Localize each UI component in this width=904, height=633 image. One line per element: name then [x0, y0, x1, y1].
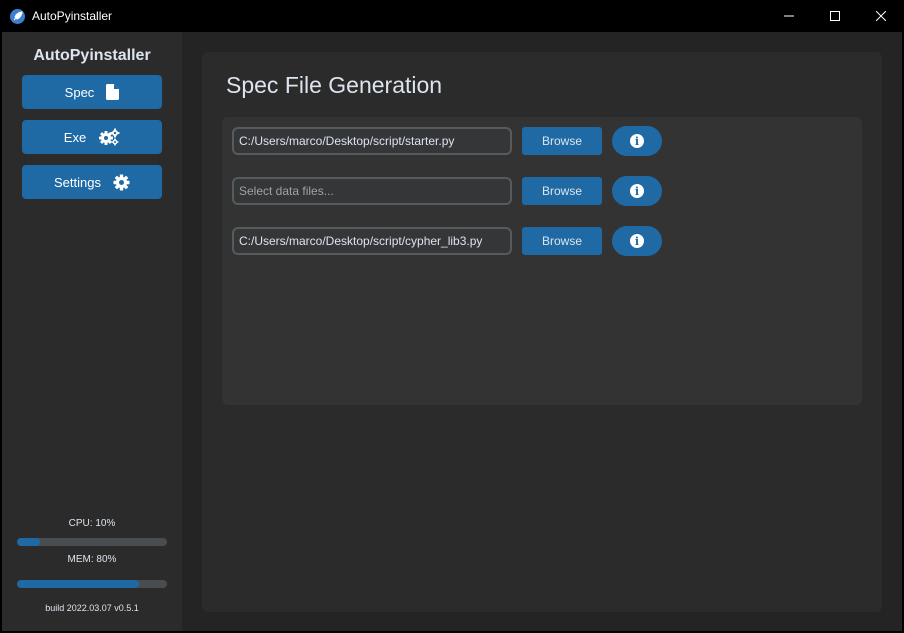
build-version: build 2022.03.07 v0.5.1 [45, 603, 139, 613]
settings-button-label: Settings [54, 174, 101, 190]
script-row: Browse i [232, 126, 662, 157]
minimize-button[interactable] [766, 0, 812, 32]
mem-progress-fill [17, 580, 139, 588]
module-path-input[interactable] [232, 227, 512, 255]
module-info-button[interactable]: i [612, 226, 662, 256]
cpu-label: CPU: 10% [68, 518, 116, 529]
minimize-icon [784, 15, 794, 17]
info-icon: i [630, 234, 644, 248]
script-info-button[interactable]: i [612, 126, 662, 156]
maximize-button[interactable] [812, 0, 858, 32]
browse-data-button[interactable]: Browse [522, 177, 602, 205]
gears-icon [99, 128, 120, 146]
close-icon [876, 11, 886, 21]
info-icon: i [630, 134, 644, 148]
close-button[interactable] [858, 0, 904, 32]
exe-button-label: Exe [63, 129, 87, 145]
hidden-imports-row: Browse i [232, 226, 662, 257]
sidebar: AutoPyinstaller Spec Exe Settings CPU: 1… [2, 32, 182, 631]
rocket-icon [10, 9, 25, 24]
app-window: AutoPyinstaller Spec Exe Settings CPU: 1… [2, 32, 902, 631]
data-files-row: Browse i [232, 176, 662, 207]
cpu-progress-fill [17, 538, 40, 546]
cpu-progress-bar [17, 538, 167, 546]
settings-button[interactable]: Settings [22, 165, 162, 199]
spec-button[interactable]: Spec [22, 75, 162, 109]
script-path-input[interactable] [232, 127, 512, 155]
title-bar: AutoPyinstaller [0, 0, 904, 32]
data-info-button[interactable]: i [612, 176, 662, 206]
page-title: Spec File Generation [226, 72, 443, 98]
browse-script-button[interactable]: Browse [522, 127, 602, 155]
main-frame: Spec File Generation Browse i Browse i B… [202, 52, 882, 612]
exe-button[interactable]: Exe [22, 120, 162, 154]
gear-icon [113, 173, 130, 191]
mem-progress-bar [17, 580, 167, 588]
mem-label: MEM: 80% [67, 554, 117, 565]
window-title: AutoPyinstaller [32, 9, 113, 23]
maximize-icon [830, 11, 840, 21]
spec-panel: Browse i Browse i Browse i [222, 117, 862, 405]
file-icon [106, 84, 120, 100]
spec-button-label: Spec [64, 84, 95, 100]
data-files-input[interactable] [232, 177, 512, 205]
browse-module-button[interactable]: Browse [522, 227, 602, 255]
sidebar-title: AutoPyinstaller [33, 47, 151, 64]
info-icon: i [630, 184, 644, 198]
